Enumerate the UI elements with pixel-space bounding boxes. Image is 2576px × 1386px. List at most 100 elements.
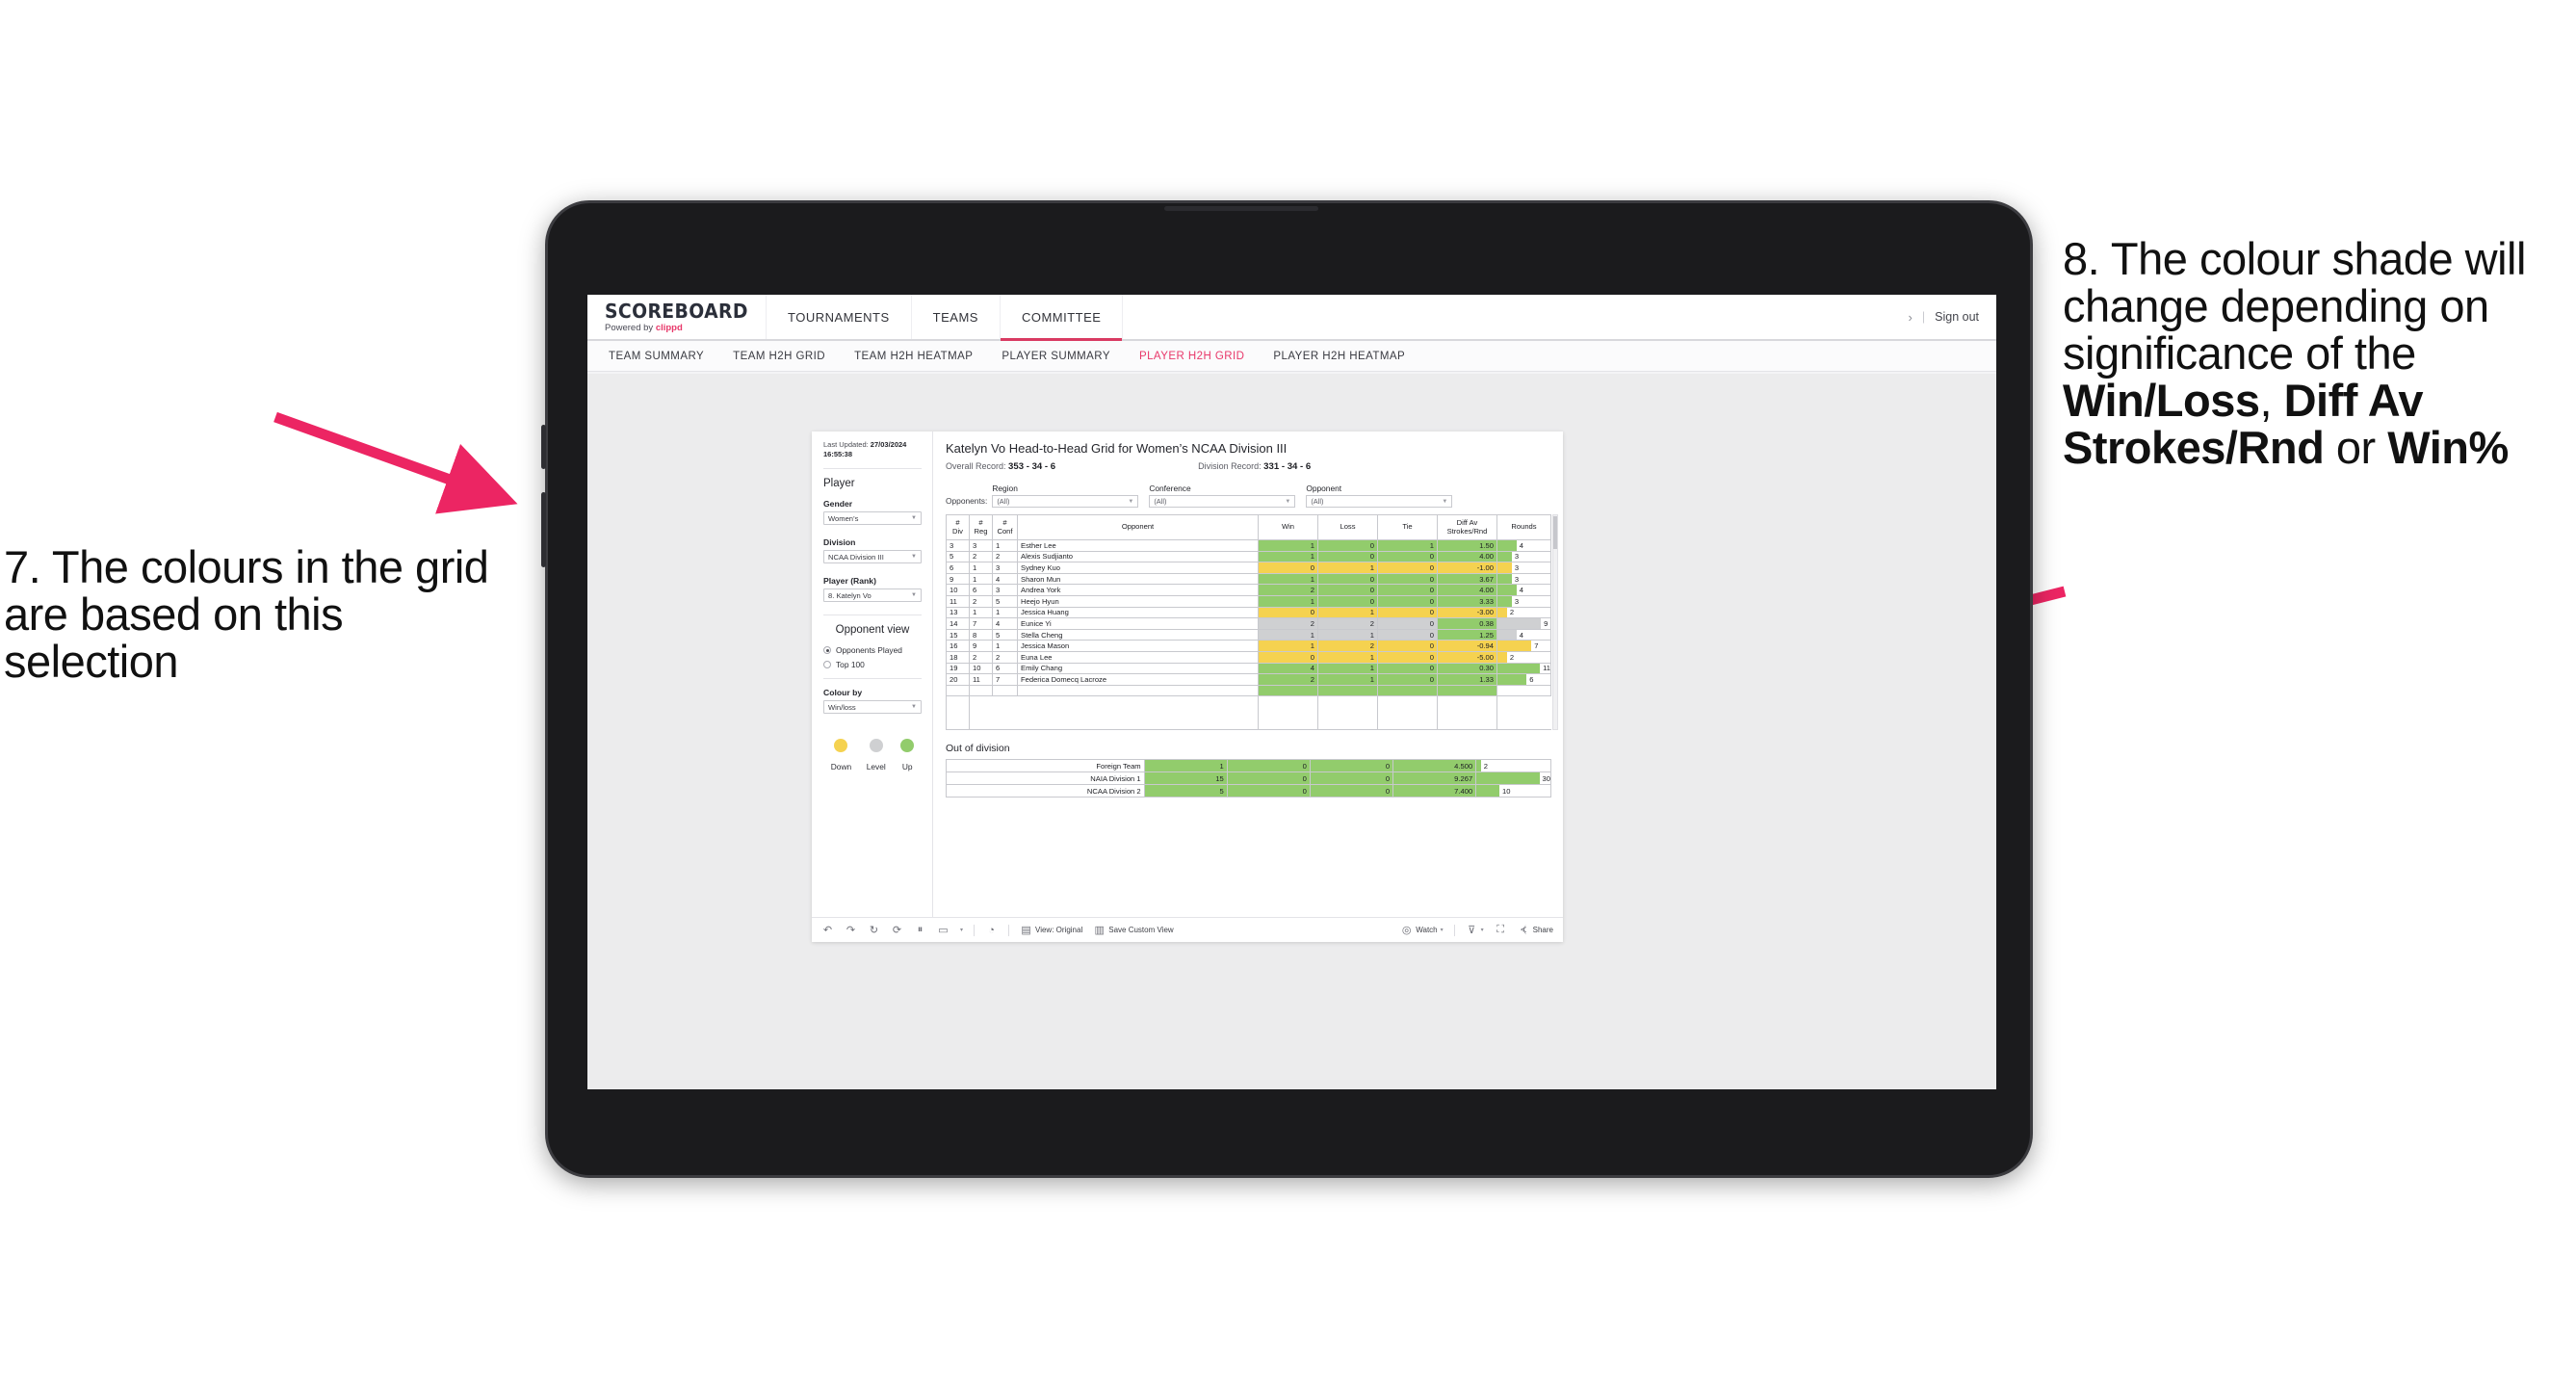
player-rank-select[interactable]: 8. Katelyn Vo ▼: [823, 588, 922, 603]
cell-opponent: Sharon Mun: [1017, 572, 1259, 586]
opponent-filters: Opponents: Region (All) ▼ Conference (Al…: [946, 484, 1551, 508]
out-of-division-row[interactable]: NAIA Division 1 15 0 0 9.267 30: [946, 771, 1551, 786]
chevron-down-icon: ▾: [1480, 928, 1484, 933]
watch-button[interactable]: ◎ Watch ▾: [1400, 924, 1444, 936]
grid-header: # Div # Reg # Conf Opponent Win Loss Tie Di…: [946, 514, 1551, 540]
view-original-button[interactable]: ▤ View: Original: [1020, 924, 1082, 936]
subnav-player-h2h-grid[interactable]: PLAYER H2H GRID: [1139, 351, 1244, 362]
shape-icon[interactable]: ▭: [937, 924, 950, 936]
table-row[interactable]: 9 1 4 Sharon Mun 1 0 0 3.67 3: [946, 572, 1551, 586]
subnav-team-h2h-grid[interactable]: TEAM H2H GRID: [733, 351, 825, 362]
undo-icon[interactable]: ↶: [821, 924, 834, 936]
sub-navigation: TEAM SUMMARY TEAM H2H GRID TEAM H2H HEAT…: [587, 341, 1996, 372]
cell-reg: 3: [969, 539, 993, 552]
share-button[interactable]: ⦓ Share: [1518, 924, 1553, 936]
cell-diff: 3.67: [1437, 572, 1497, 586]
table-row[interactable]: 19 10 6 Emily Chang 4 1 0 0.30 11: [946, 662, 1551, 675]
pause-updates-icon[interactable]: ⏸: [914, 924, 926, 936]
cell-win: 1: [1258, 628, 1318, 641]
filter-region-select[interactable]: (All) ▼: [992, 495, 1139, 508]
cell-reg: 2: [969, 650, 993, 664]
grid-scrollbar-thumb[interactable]: [1553, 516, 1557, 549]
cell-rounds: 3: [1496, 562, 1551, 574]
colour-by-select[interactable]: Win/loss ▼: [823, 700, 922, 715]
table-row[interactable]: 18 2 2 Euna Lee 0 1 0 -5.00 2: [946, 650, 1551, 664]
table-row[interactable]: 3 3 1 Esther Lee 1 0 1 1.50 4: [946, 539, 1551, 552]
cell-div: 10: [946, 584, 970, 596]
subnav-team-h2h-heatmap[interactable]: TEAM H2H HEATMAP: [854, 351, 973, 362]
cell-conf: 4: [992, 617, 1018, 630]
cell-rounds: 4: [1496, 584, 1551, 596]
subnav-player-h2h-heatmap[interactable]: PLAYER H2H HEATMAP: [1273, 351, 1405, 362]
cell-rounds-value: 3: [1514, 596, 1520, 606]
annotation-right-line1: 8. The colour shade will change dependin…: [2063, 233, 2526, 379]
cell-diff: 4.00: [1437, 584, 1497, 596]
overall-record: Overall Record: 353 - 34 - 6: [946, 461, 1055, 472]
overall-record-label: Overall Record:: [946, 461, 1006, 471]
chevron-right-icon[interactable]: ›: [1909, 310, 1912, 325]
table-row[interactable]: 14 7 4 Eunice Yi 2 2 0 0.38 9: [946, 617, 1551, 630]
nav-item-tournaments[interactable]: TOURNAMENTS: [767, 295, 912, 339]
download-button[interactable]: ⊽ ▾: [1466, 924, 1484, 936]
subnav-player-summary[interactable]: PLAYER SUMMARY: [1002, 351, 1110, 362]
filter-opponent-select[interactable]: (All) ▼: [1306, 495, 1453, 508]
cell-rounds: 3: [1496, 550, 1551, 563]
grid-scrollbar[interactable]: [1552, 514, 1558, 731]
gender-select[interactable]: Women’s ▼: [823, 511, 922, 526]
redo-icon[interactable]: ↷: [845, 924, 857, 936]
table-row[interactable]: 5 2 2 Alexis Sudjianto 1 0 0 4.00 3: [946, 550, 1551, 563]
cell-div: 18: [946, 650, 970, 664]
grid-body: 3 3 1 Esther Lee 1 0 1 1.50 4 5 2 2 Alexis Sudjianto…: [946, 539, 1551, 731]
cell-loss: 2: [1317, 617, 1378, 630]
cell-rounds-value: 4: [1519, 630, 1524, 640]
legend-dot-down: [834, 739, 848, 753]
revert-icon[interactable]: ↻: [868, 924, 880, 936]
table-row[interactable]: 16 9 1 Jessica Mason 1 2 0 -0.94 7: [946, 640, 1551, 652]
cell-rounds-value: 9: [1544, 618, 1548, 628]
table-row[interactable]: 15 8 5 Stella Cheng 1 1 0 1.25 4: [946, 628, 1551, 641]
radio-opponents-played[interactable]: Opponents Played: [823, 645, 922, 655]
table-row[interactable]: 20 11 7 Federica Domecq Lacroze 2 1 0 1.33 6: [946, 673, 1551, 686]
filter-conference-select[interactable]: (All) ▼: [1149, 495, 1296, 508]
logo[interactable]: SCOREBOARD Powered by clippd: [587, 295, 767, 339]
cell-rounds: 4: [1496, 628, 1551, 641]
cell-rounds: 3: [1496, 572, 1551, 586]
chevron-down-icon[interactable]: ▾: [960, 927, 963, 933]
nav-item-teams[interactable]: TEAMS: [912, 295, 1001, 339]
out-of-division-row[interactable]: NCAA Division 2 5 0 0 7.400 10: [946, 784, 1551, 798]
nav-item-committee[interactable]: COMMITTEE: [1000, 295, 1124, 341]
save-custom-view-button[interactable]: ▥ Save Custom View: [1093, 924, 1174, 936]
table-row[interactable]: 10 6 3 Andrea York 2 0 0 4.00 4: [946, 584, 1551, 596]
cell-loss: 1: [1317, 650, 1378, 664]
cell-win: 0: [1258, 606, 1318, 619]
refresh-data-icon[interactable]: ⟳: [891, 924, 903, 936]
subnav-team-summary[interactable]: TEAM SUMMARY: [609, 351, 704, 362]
table-row[interactable]: 6 1 3 Sydney Kuo 0 1 0 -1.00 3: [946, 562, 1551, 574]
table-row[interactable]: 11 2 5 Heejo Hyun 1 0 0 3.33 3: [946, 594, 1551, 608]
radio-top-100[interactable]: Top 100: [823, 660, 922, 669]
table-row[interactable]: 13 1 1 Jessica Huang 0 1 0 -3.00 2: [946, 606, 1551, 619]
cell-conf: 5: [992, 628, 1018, 641]
cell-win: 2: [1258, 673, 1318, 686]
fullscreen-icon[interactable]: ⛶: [1495, 924, 1507, 936]
cell-ood-loss: 0: [1226, 771, 1311, 786]
chevron-down-icon: ▼: [911, 554, 917, 561]
cell-conf: 1: [992, 606, 1018, 619]
cell-ood-name: NCAA Division 2: [946, 784, 1145, 798]
tablet-device: SCOREBOARD Powered by clippd TOURNAMENTS…: [541, 200, 2033, 1178]
help-icon[interactable]: ◔: [985, 924, 998, 936]
cell-opponent: Federica Domecq Lacroze: [1017, 673, 1259, 686]
legend-label-down: Down: [830, 762, 852, 772]
cell-div: 19: [946, 662, 970, 675]
cell-conf: 1: [992, 539, 1018, 552]
filter-conference-label: Conference: [1149, 484, 1191, 493]
cell-tie: 0: [1377, 628, 1438, 641]
cell-conf: 2: [992, 650, 1018, 664]
sign-out-button[interactable]: Sign out: [1935, 310, 1979, 324]
division-select[interactable]: NCAA Division III ▼: [823, 550, 922, 564]
col-header-conf: # Conf: [992, 514, 1018, 540]
cell-diff: 4.00: [1437, 550, 1497, 563]
out-of-division-row[interactable]: Foreign Team 1 0 0 4.500 2: [946, 759, 1551, 773]
colour-by-value: Win/loss: [828, 702, 856, 712]
download-icon: ⊽: [1468, 925, 1476, 936]
